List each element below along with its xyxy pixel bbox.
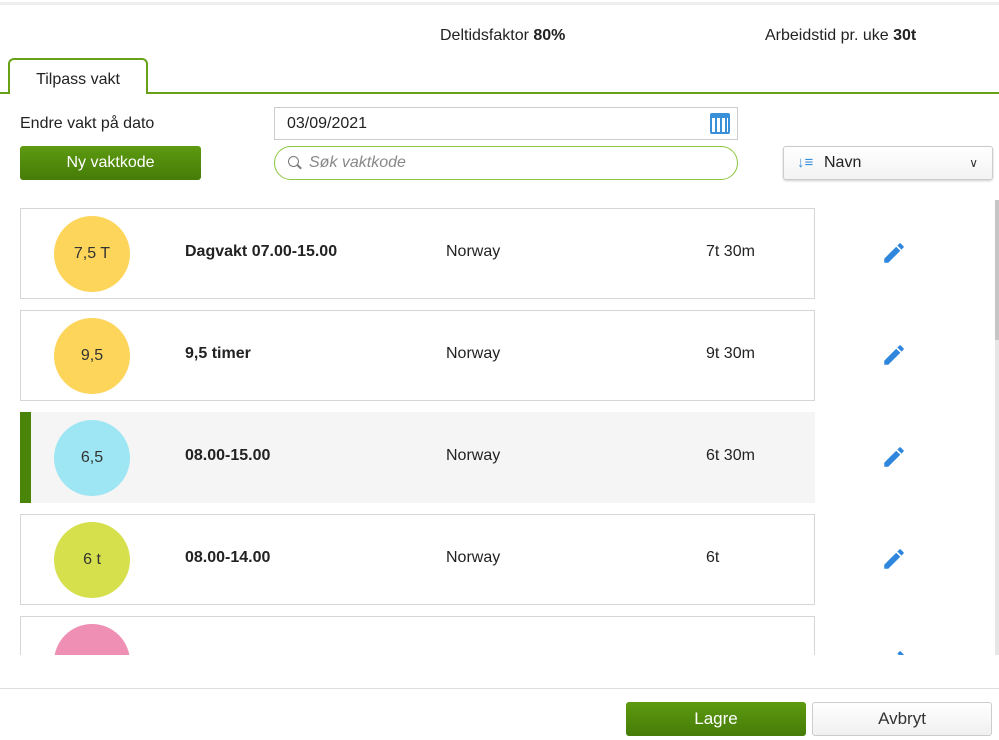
shift-name: 08.00-14.00 [185, 549, 271, 566]
shift-duration: 6t [706, 549, 720, 566]
shift-row[interactable]: 6 t 08.00-14.00 Norway 6t [20, 514, 904, 605]
shift-duration: 9t 30m [706, 345, 755, 362]
shift-name: 08.00-15.00 [185, 447, 271, 464]
date-input[interactable]: 03/09/2021 [274, 107, 738, 140]
shift-code-badge: 9,5 [54, 318, 130, 394]
deltidsfaktor-label: Deltidsfaktor [440, 27, 529, 44]
sort-value: Navn [824, 154, 862, 171]
date-label: Endre vakt på dato [20, 115, 155, 132]
search-placeholder: Søk vaktkode [309, 154, 406, 171]
shift-region: Norway [446, 447, 501, 464]
shift-region: Norway [446, 549, 501, 566]
shift-name: Dagvakt 07.00-15.00 [185, 243, 338, 260]
shift-code-badge [54, 624, 130, 655]
date-value: 03/09/2021 [287, 115, 368, 132]
arbeidstid-label: Arbeidstid pr. uke [765, 27, 889, 44]
shift-name: 9,5 timer [185, 345, 251, 362]
top-divider [0, 2, 999, 5]
pencil-icon[interactable] [881, 240, 907, 266]
tab-tilpass-vakt[interactable]: Tilpass vakt [8, 58, 148, 94]
footer-divider [0, 688, 999, 689]
arbeidstid-value: 30t [893, 27, 917, 44]
search-input[interactable]: Søk vaktkode [274, 146, 738, 180]
shift-region: Norway [446, 345, 501, 362]
shift-list: 7,5 T Dagvakt 07.00-15.00 Norway 7t 30m … [0, 200, 999, 655]
tab-underline [0, 92, 999, 94]
pencil-icon[interactable] [881, 342, 907, 368]
scrollbar-thumb[interactable] [995, 200, 999, 340]
scrollbar[interactable] [995, 200, 999, 655]
shift-code-badge: 7,5 T [54, 216, 130, 292]
sort-dropdown[interactable]: ↓≡ Navn ∨ [783, 146, 993, 180]
cancel-button[interactable]: Avbryt [812, 702, 992, 736]
arbeidstid: Arbeidstid pr. uke 30t [765, 27, 916, 45]
pencil-icon[interactable] [881, 444, 907, 470]
shift-row[interactable]: 7,5 T Dagvakt 07.00-15.00 Norway 7t 30m [20, 208, 904, 299]
shift-code-badge: 6,5 [54, 420, 130, 496]
chevron-down-icon: ∨ [969, 156, 978, 170]
shift-duration: 6t 30m [706, 447, 755, 464]
shift-region: Norway [446, 243, 501, 260]
save-button[interactable]: Lagre [626, 702, 806, 736]
shift-row[interactable]: 6,5 08.00-15.00 Norway 6t 30m [20, 412, 904, 503]
sort-icon: ↓≡ [797, 154, 814, 171]
shift-code-badge: 6 t [54, 522, 130, 598]
shift-row[interactable]: 9,5 9,5 timer Norway 9t 30m [20, 310, 904, 401]
pencil-icon[interactable] [881, 648, 907, 655]
shift-duration: 7t 30m [706, 243, 755, 260]
search-icon [288, 156, 299, 167]
calendar-icon[interactable] [710, 113, 730, 134]
shift-row[interactable] [20, 616, 904, 655]
deltidsfaktor: Deltidsfaktor 80% [440, 27, 565, 45]
deltidsfaktor-value: 80% [533, 27, 566, 44]
pencil-icon[interactable] [881, 546, 907, 572]
new-shift-code-button[interactable]: Ny vaktkode [20, 146, 201, 180]
